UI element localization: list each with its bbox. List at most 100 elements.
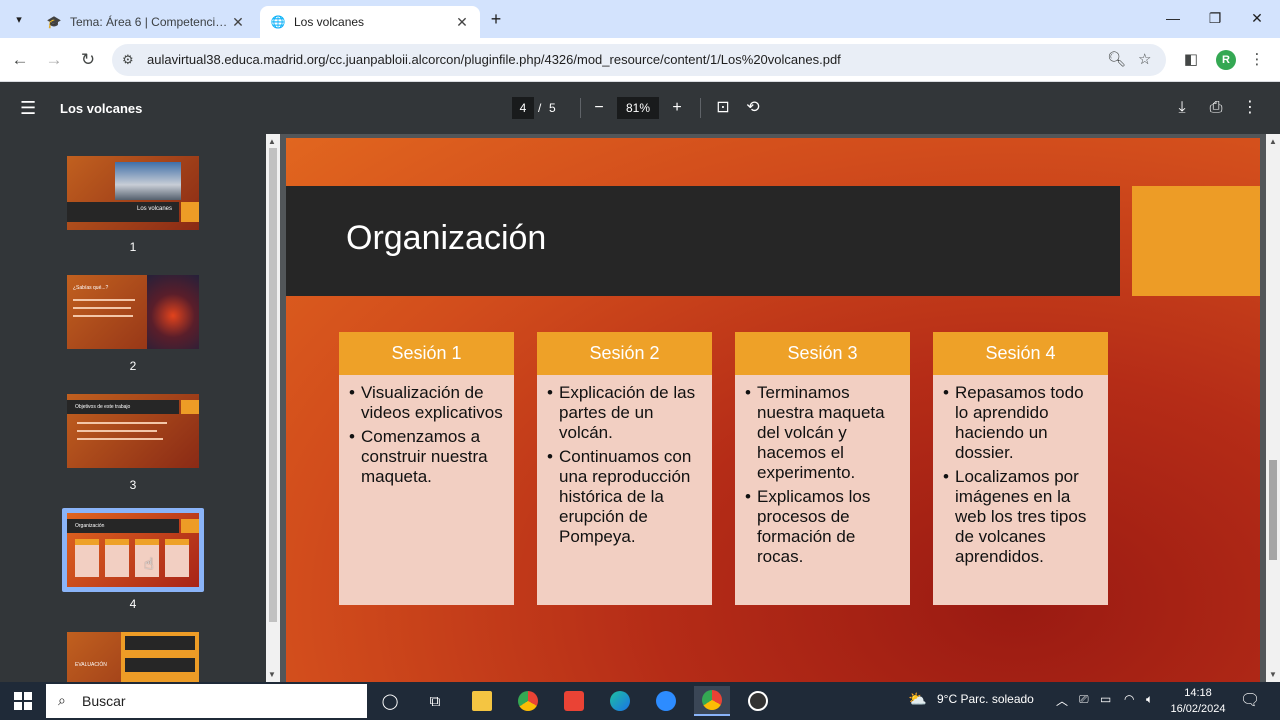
scrollbar-thumb[interactable]	[269, 148, 277, 622]
site-info-icon[interactable]: ⚙	[122, 52, 134, 68]
cortana-icon[interactable]: ◯	[372, 686, 408, 716]
edge-icon[interactable]	[602, 686, 638, 716]
weather-text[interactable]: 9°C Parc. soleado	[937, 692, 1034, 706]
close-window-icon[interactable]: ✕	[1236, 4, 1278, 32]
zoom-search-icon[interactable]: 🔍︎	[1107, 50, 1126, 68]
session-list: Visualización de videos explicativos Com…	[339, 375, 514, 487]
session-card: Sesión 3 Terminamos nuestra maqueta del …	[735, 332, 910, 605]
session-list: Repasamos todo lo aprendido haciendo un …	[933, 375, 1108, 567]
windows-taskbar: ⌕ Buscar ◯ ⧉ ⛅ 9°C Parc. soleado ︿ ⎚ ▭ ◠…	[0, 682, 1280, 720]
session-title: Sesión 4	[933, 332, 1108, 375]
session-card: Sesión 4 Repasamos todo lo aprendido hac…	[933, 332, 1108, 605]
tab-tema[interactable]: 🎓 Tema: Área 6 | Competencia D ✕	[36, 6, 256, 38]
tab-los-volcanes[interactable]: 🌐 Los volcanes ✕	[260, 6, 480, 38]
thumbnail-image: EVALUACIÓN	[67, 632, 199, 682]
page-separator: /	[538, 101, 542, 115]
session-item: Explicamos los procesos de formación de …	[745, 487, 902, 567]
chrome-active-icon[interactable]	[694, 686, 730, 716]
tab-title: Tema: Área 6 | Competencia D	[70, 15, 230, 29]
graduation-cap-icon: 🎓	[46, 15, 62, 29]
search-icon: ⌕	[58, 692, 66, 708]
thumbnail-image: Organización	[67, 513, 199, 587]
slide-header-bar: Organización	[286, 186, 1120, 296]
session-item: Explicación de las partes de un volcán.	[547, 383, 704, 443]
thumbnail-number: 1	[129, 240, 137, 254]
pdf-viewer: Organización Sesión 1 Visualización de v…	[280, 134, 1266, 682]
scroll-down-icon[interactable]: ▼	[1269, 670, 1277, 679]
more-menu-icon[interactable]: ⋮	[1246, 49, 1268, 71]
session-title: Sesión 2	[537, 332, 712, 375]
scroll-up-icon[interactable]: ▲	[1269, 137, 1277, 146]
volume-icon[interactable]: 🔈︎	[1146, 692, 1153, 707]
session-card: Sesión 1 Visualización de videos explica…	[339, 332, 514, 605]
zoom-app-icon[interactable]	[648, 686, 684, 716]
hamburger-menu-icon[interactable]: ☰	[20, 98, 36, 119]
toolbar-divider	[700, 98, 701, 118]
taskbar-search-placeholder: Buscar	[82, 693, 126, 709]
slide-title: Organización	[346, 219, 547, 257]
print-icon[interactable]: ⎙	[1205, 97, 1227, 119]
session-list: Terminamos nuestra maqueta del volcán y …	[735, 375, 910, 567]
close-tab-icon[interactable]: ✕	[454, 14, 470, 31]
taskbar-search-box[interactable]: ⌕ Buscar	[46, 684, 367, 718]
download-icon[interactable]: ⤓	[1171, 97, 1193, 119]
meet-now-icon[interactable]: ⎚	[1079, 692, 1089, 707]
tab-title: Los volcanes	[294, 15, 365, 29]
rotate-icon[interactable]: ⟲	[742, 97, 764, 119]
fit-page-icon[interactable]: ⊡	[712, 97, 734, 119]
session-item: Repasamos todo lo aprendido haciendo un …	[943, 383, 1100, 463]
globe-icon: 🌐	[270, 15, 286, 29]
tab-search-icon[interactable]: ▾	[8, 8, 30, 30]
system-clock[interactable]: 14:18 16/02/2024	[1168, 685, 1228, 717]
forward-icon[interactable]: →	[42, 48, 66, 72]
screen-recorder-icon[interactable]	[740, 686, 776, 716]
bookmark-star-icon[interactable]: ☆	[1138, 50, 1151, 68]
side-panel-icon[interactable]: ◧	[1180, 49, 1202, 71]
notifications-icon[interactable]: 🗨︎	[1240, 690, 1260, 710]
toolbar-divider	[580, 98, 581, 118]
back-icon[interactable]: ←	[8, 48, 32, 72]
slide-page: Organización Sesión 1 Visualización de v…	[286, 138, 1260, 682]
browser-toolbar: ← → ↻ ⚙ aulavirtual38.educa.madrid.org/c…	[0, 38, 1280, 82]
clock-date: 16/02/2024	[1170, 703, 1226, 715]
battery-icon[interactable]: ▭	[1100, 692, 1111, 706]
thumbnail-number: 2	[129, 359, 137, 373]
profile-avatar[interactable]: R	[1216, 50, 1236, 70]
scroll-down-icon[interactable]: ▼	[268, 670, 276, 679]
weather-icon[interactable]: ⛅	[908, 690, 927, 708]
thumbnail-image: Objetivos de este trabajo	[67, 394, 199, 468]
reload-icon[interactable]: ↻	[76, 48, 100, 72]
session-item: Terminamos nuestra maqueta del volcán y …	[745, 383, 902, 483]
session-list: Explicación de las partes de un volcán. …	[537, 375, 712, 547]
thumbnail-number: 4	[129, 597, 137, 611]
zoom-in-icon[interactable]: +	[666, 97, 688, 119]
wifi-icon[interactable]: ◠	[1124, 692, 1134, 706]
chrome-icon[interactable]	[510, 686, 546, 716]
windows-start-icon[interactable]	[14, 692, 32, 710]
minimize-icon[interactable]: —	[1152, 4, 1194, 32]
zoom-out-icon[interactable]: −	[588, 97, 610, 119]
close-tab-icon[interactable]: ✕	[230, 14, 246, 31]
scroll-up-icon[interactable]: ▲	[268, 137, 276, 146]
document-title: Los volcanes	[60, 101, 143, 116]
new-tab-icon[interactable]: +	[486, 9, 506, 29]
session-item: Comenzamos a construir nuestra maqueta.	[349, 427, 506, 487]
task-view-icon[interactable]: ⧉	[417, 686, 453, 716]
session-item: Continuamos con una reproducción históri…	[547, 447, 704, 547]
viewer-scrollbar[interactable]: ▲ ▼	[1266, 134, 1280, 682]
thumbnail-image: ¿Sabías qué...?	[67, 275, 199, 349]
tray-chevron-icon[interactable]: ︿	[1056, 692, 1068, 709]
url-text[interactable]: aulavirtual38.educa.madrid.org/cc.juanpa…	[147, 52, 841, 67]
zoom-input[interactable]: 81%	[617, 97, 659, 119]
mouse-cursor-icon: ☝	[144, 556, 154, 573]
address-bar[interactable]: ⚙ aulavirtual38.educa.madrid.org/cc.juan…	[112, 44, 1166, 76]
sidebar-scrollbar[interactable]: ▲ ▼	[266, 134, 280, 682]
file-explorer-icon[interactable]	[464, 686, 500, 716]
scrollbar-thumb[interactable]	[1269, 460, 1277, 560]
slide-accent-block	[1132, 186, 1260, 296]
session-item: Localizamos por imágenes en la web los t…	[943, 467, 1100, 567]
restore-icon[interactable]: ❐	[1194, 4, 1236, 32]
more-actions-icon[interactable]: ⋮	[1239, 97, 1261, 119]
gmail-icon[interactable]	[556, 686, 592, 716]
page-number-input[interactable]: 4	[512, 97, 534, 119]
